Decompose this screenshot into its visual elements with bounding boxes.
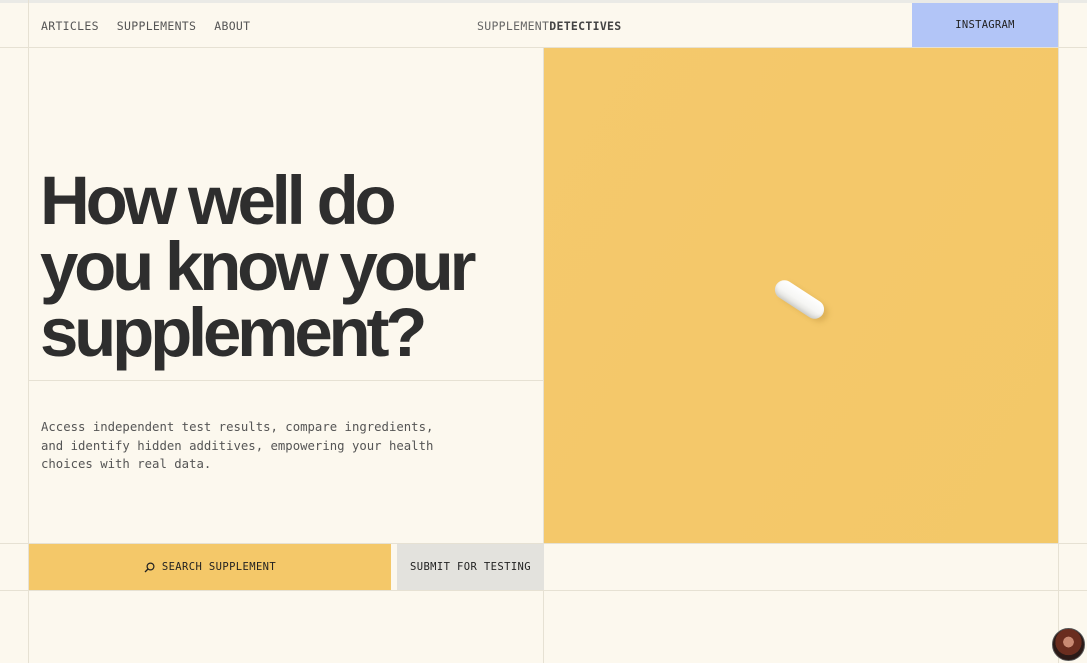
search-button-label: SEARCH SUPPLEMENT: [161, 561, 277, 573]
brand-word-supplement: SUPPLEMENT: [477, 19, 550, 33]
search-icon: [144, 561, 155, 573]
hero-description: Access independent test results, compare…: [41, 420, 434, 471]
instagram-button[interactable]: INSTAGRAM: [912, 3, 1058, 47]
brand-word-detectives: DETECTIVES: [549, 19, 622, 33]
headline-line-3: supplement?: [40, 294, 427, 371]
submit-for-testing-button[interactable]: SUBMIT FOR TESTING: [397, 544, 544, 590]
brand-logo[interactable]: SUPPLEMENTDETECTIVES: [477, 19, 622, 33]
right-gutter-line: [1058, 0, 1059, 663]
hero-text-divider: [29, 380, 544, 381]
hero-image: [544, 48, 1058, 543]
headline-line-1: How well do: [40, 162, 397, 239]
search-supplement-button[interactable]: SEARCH SUPPLEMENT: [29, 544, 391, 590]
nav-about[interactable]: ABOUT: [214, 19, 250, 33]
nav-articles[interactable]: ARTICLES: [41, 19, 99, 33]
page-title: How well do you know your supplement?: [40, 162, 520, 371]
nav-supplements[interactable]: SUPPLEMENTS: [117, 19, 196, 33]
avatar[interactable]: [1052, 628, 1085, 661]
pill-capsule-icon: [771, 276, 828, 323]
main-nav: ARTICLES SUPPLEMENTS ABOUT: [41, 19, 250, 33]
headline-line-2: you know your: [40, 228, 476, 305]
